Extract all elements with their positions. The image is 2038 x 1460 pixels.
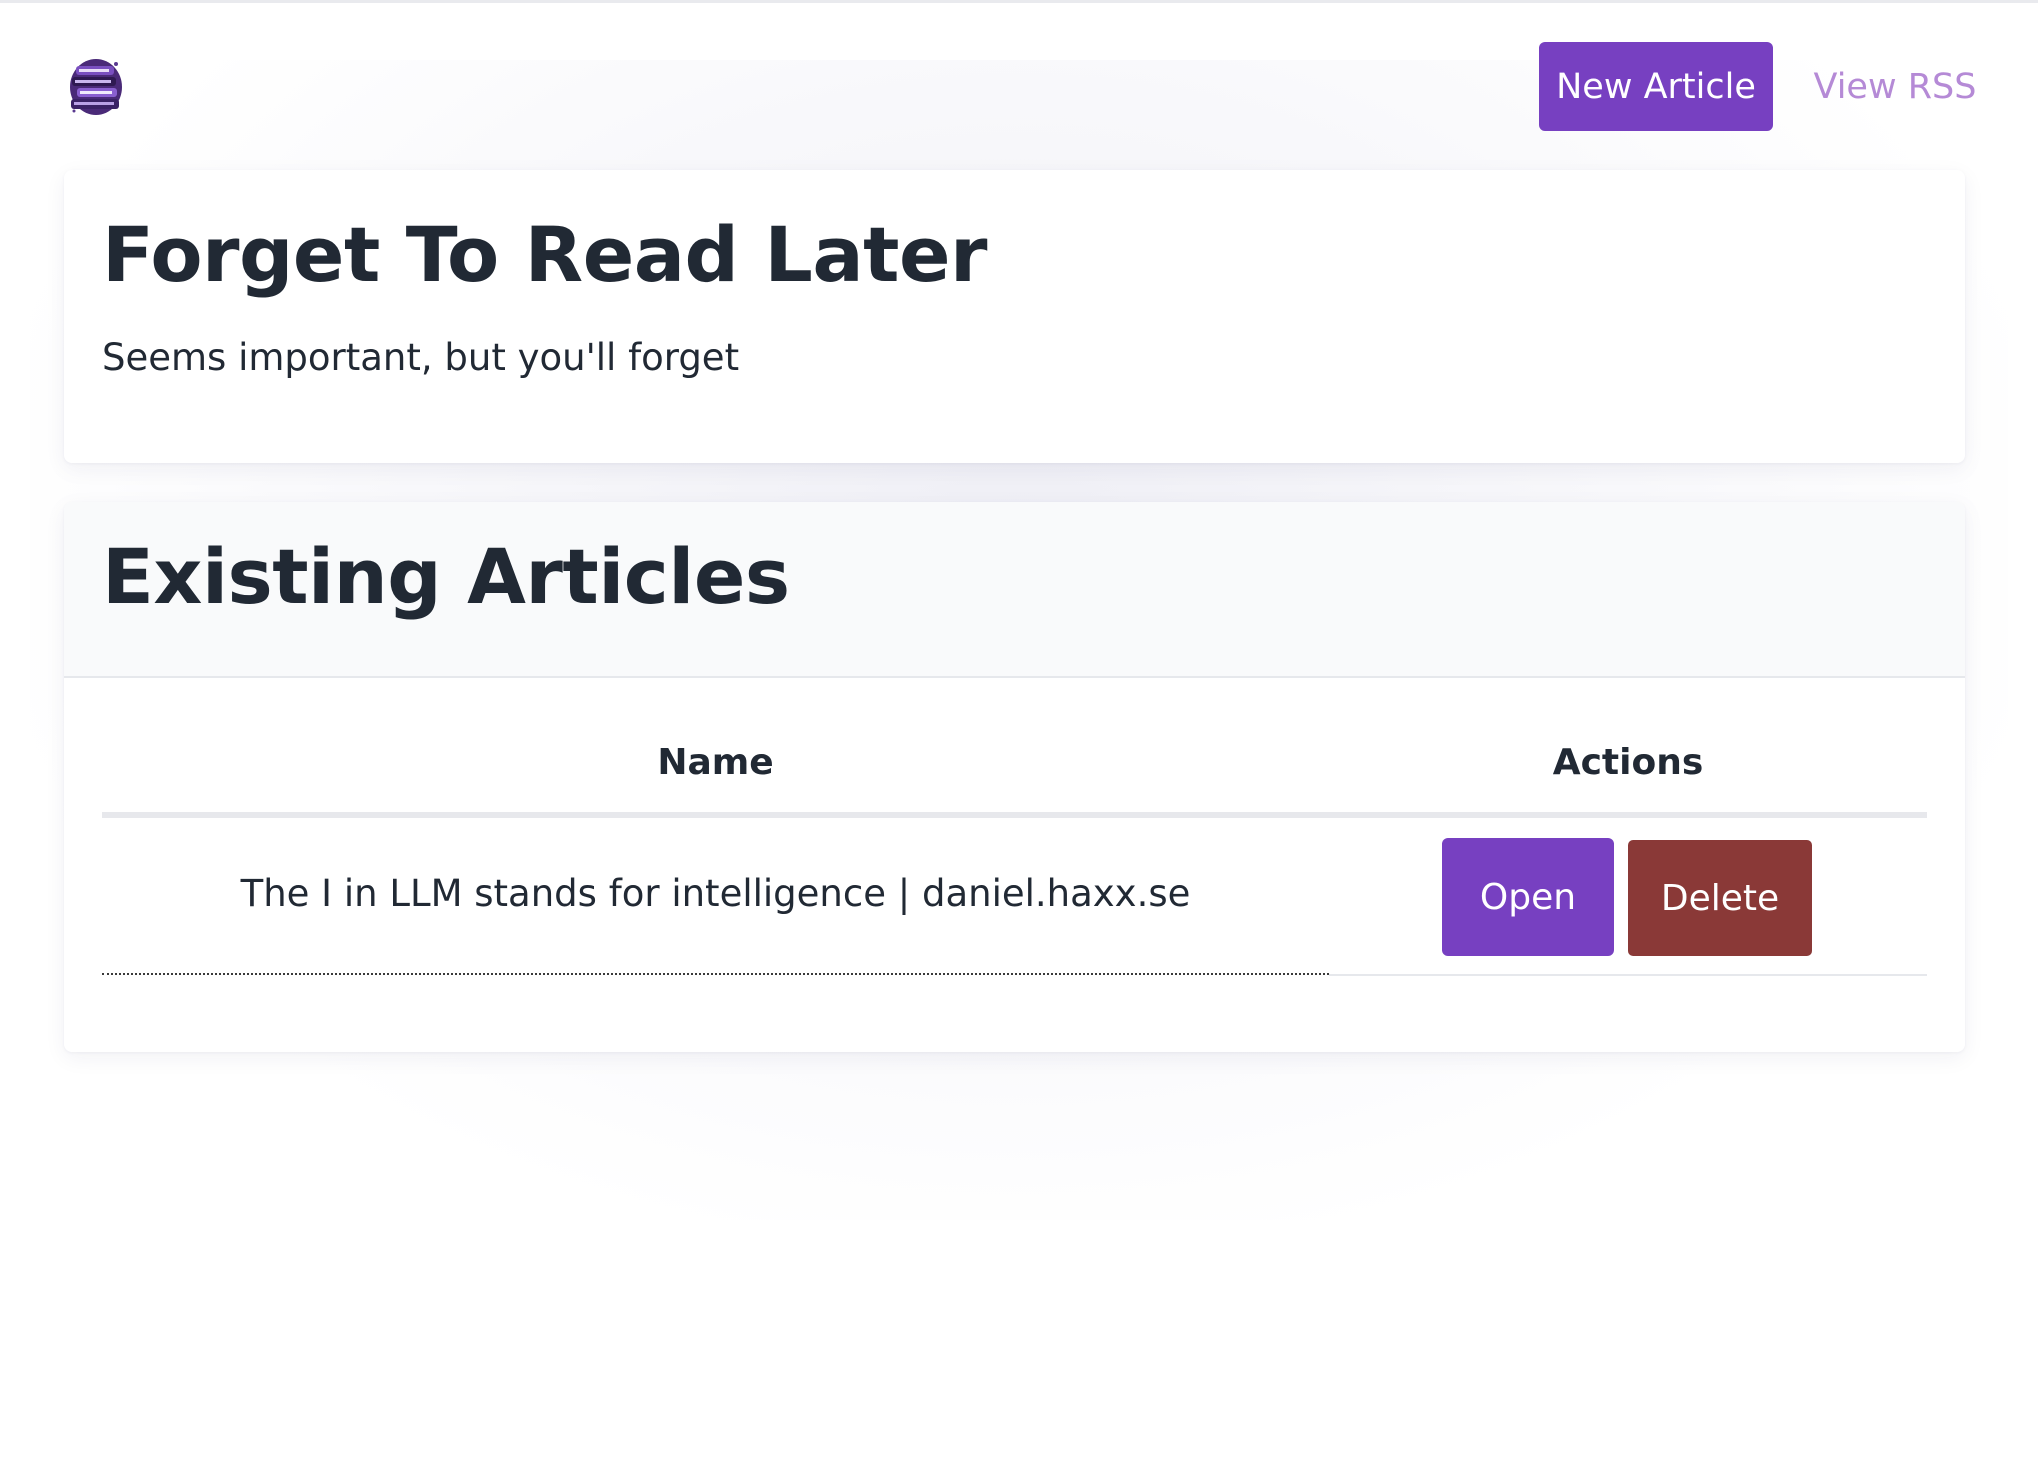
new-article-button[interactable]: New Article — [1539, 42, 1773, 131]
view-rss-link[interactable]: View RSS — [1800, 42, 1990, 131]
header-bar: New Article View RSS — [0, 0, 2038, 170]
articles-title: Existing Articles — [102, 532, 790, 621]
book-stack-logo-icon[interactable] — [66, 56, 126, 118]
row-focus-outline — [102, 973, 1329, 975]
articles-card: Existing Articles Name Actions The I in … — [64, 502, 1965, 1052]
table-header-divider — [102, 812, 1927, 818]
delete-article-button[interactable]: Delete — [1628, 840, 1812, 956]
intro-card: Forget To Read Later Seems important, bu… — [64, 170, 1965, 463]
column-header-name: Name — [657, 742, 774, 783]
page-tagline: Seems important, but you'll forget — [102, 336, 740, 379]
page-title: Forget To Read Later — [102, 210, 987, 299]
column-header-actions: Actions — [1552, 742, 1704, 783]
open-article-button[interactable]: Open — [1442, 838, 1614, 956]
article-name: The I in LLM stands for intelligence | d… — [240, 872, 1191, 915]
articles-card-header: Existing Articles — [64, 502, 1965, 678]
row-divider — [1329, 974, 1927, 976]
